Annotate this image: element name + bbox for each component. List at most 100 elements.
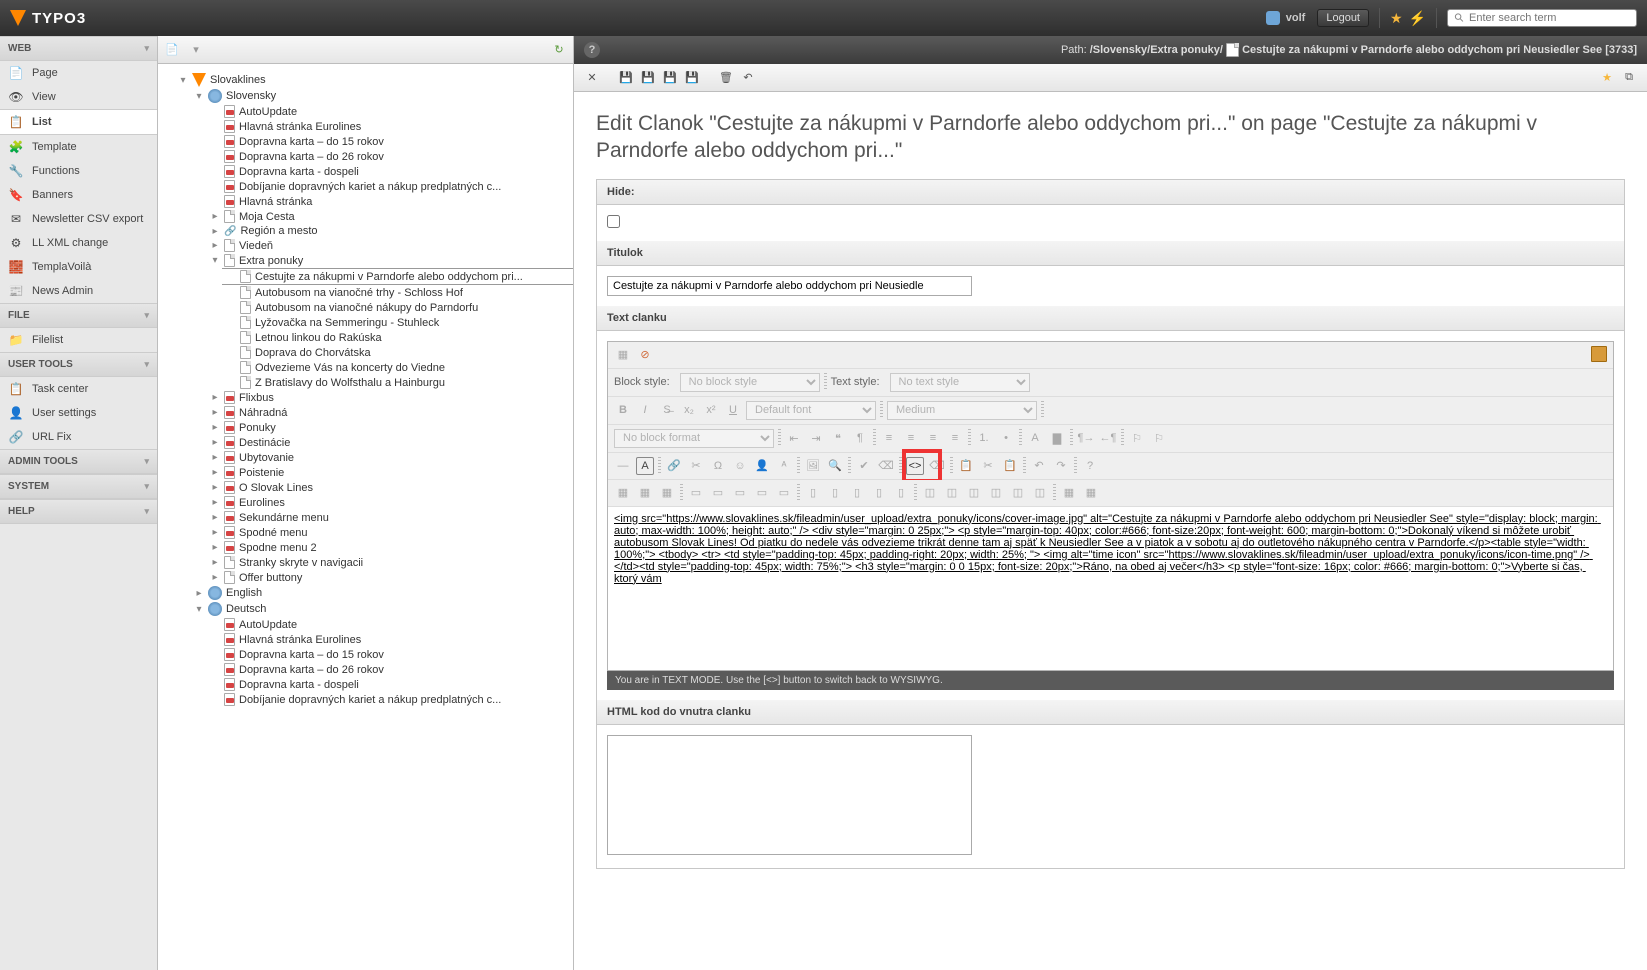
save-icon[interactable]: 💾 xyxy=(618,70,634,86)
module-item-taskcenter[interactable]: 📋Task center xyxy=(0,377,157,401)
module-item-newsadmin[interactable]: 📰News Admin xyxy=(0,279,157,303)
col-split-icon[interactable]: ▯ xyxy=(892,484,910,502)
tree-node[interactable]: ▸ Eurolines xyxy=(206,495,573,510)
toggle-html-icon[interactable]: <> xyxy=(906,457,924,475)
tree-node[interactable]: Dopravna karta – do 15 rokov xyxy=(206,134,573,149)
module-group-header[interactable]: ADMIN TOOLS▾ xyxy=(0,449,157,474)
module-group-header[interactable]: WEB▾ xyxy=(0,36,157,61)
tree-toggle-icon[interactable]: ▸ xyxy=(210,422,220,433)
tree-node[interactable]: Dobíjanie dopravných kariet a nákup pred… xyxy=(206,179,573,194)
tree-node[interactable]: ▸ Destinácie xyxy=(206,435,573,450)
cell-delete-icon[interactable]: ◫ xyxy=(987,484,1005,502)
align-right-icon[interactable]: ≡ xyxy=(924,429,942,447)
module-item-llxml[interactable]: ⚙LL XML change xyxy=(0,231,157,255)
row-above-icon[interactable]: ▭ xyxy=(709,484,727,502)
tree-toggle-icon[interactable]: ▾ xyxy=(178,75,188,86)
delete-icon[interactable]: 🗑 xyxy=(718,70,734,86)
tree-toggle-icon[interactable]: ▾ xyxy=(194,91,204,102)
help-icon[interactable]: ? xyxy=(584,42,600,58)
module-item-list[interactable]: 📋List xyxy=(0,109,157,135)
copy-icon[interactable]: 📋 xyxy=(957,457,975,475)
logout-button[interactable]: Logout xyxy=(1317,9,1369,27)
module-item-filelist[interactable]: 📁Filelist xyxy=(0,328,157,352)
tree-toggle-icon[interactable]: ▸ xyxy=(210,557,220,568)
tree-node[interactable]: Lyžovačka na Semmeringu - Stuhleck xyxy=(222,315,573,330)
save-new-icon[interactable]: 💾 xyxy=(684,70,700,86)
tree-node[interactable]: Z Bratislavy do Wolfsthalu a Hainburgu xyxy=(222,375,573,390)
hr-icon[interactable]: — xyxy=(614,457,632,475)
tree-node[interactable]: Hlavná stránka Eurolines xyxy=(206,119,573,134)
open-new-window-icon[interactable]: ⧉ xyxy=(1621,70,1637,86)
bgcolor-icon[interactable]: ▇ xyxy=(1048,429,1066,447)
tree-node[interactable]: ▸ Offer buttony xyxy=(206,570,573,585)
acronym-icon[interactable]: ᴬ xyxy=(775,457,793,475)
tree-node[interactable]: ▸ English xyxy=(190,585,573,601)
tree-node[interactable]: ▾ Slovaklines xyxy=(174,72,573,88)
tree-node[interactable]: Dopravna karta – do 15 rokov xyxy=(206,647,573,662)
tree-node[interactable]: ▸ Spodne menu 2 xyxy=(206,540,573,555)
tree-toggle-icon[interactable]: ▸ xyxy=(210,452,220,463)
cut-icon[interactable]: ✂ xyxy=(979,457,997,475)
row-below-icon[interactable]: ▭ xyxy=(731,484,749,502)
titulok-input[interactable] xyxy=(607,276,972,296)
link-icon[interactable]: 🔗 xyxy=(665,457,683,475)
emoji-icon[interactable]: ☺ xyxy=(731,457,749,475)
cell-merge-icon[interactable]: ◫ xyxy=(1031,484,1049,502)
table-props-icon[interactable]: ▦ xyxy=(636,484,654,502)
tree-node[interactable]: ▸ Stranky skryte v navigacii xyxy=(206,555,573,570)
module-item-banners[interactable]: 🔖Banners xyxy=(0,183,157,207)
tree-node[interactable]: Dopravna karta – do 26 rokov xyxy=(206,149,573,164)
ltr-icon[interactable]: ¶→ xyxy=(1077,429,1095,447)
col-before-icon[interactable]: ▯ xyxy=(826,484,844,502)
bookmark-star-icon[interactable]: ★ xyxy=(1390,10,1403,27)
module-item-functions[interactable]: 🔧Functions xyxy=(0,159,157,183)
tree-node[interactable]: Doprava do Chorvátska xyxy=(222,345,573,360)
tree-toggle-icon[interactable]: ▸ xyxy=(210,497,220,508)
textcolor-icon[interactable]: A xyxy=(1026,429,1044,447)
ul-icon[interactable]: • xyxy=(997,429,1015,447)
quote-icon[interactable]: ❝ xyxy=(829,429,847,447)
table-icon[interactable]: ▦ xyxy=(614,484,632,502)
tree-toggle-icon[interactable]: ▸ xyxy=(210,467,220,478)
tree-node[interactable]: ▸ Viedeň xyxy=(206,238,573,253)
tree-node[interactable]: Hlavná stránka Eurolines xyxy=(206,632,573,647)
save-view-icon[interactable]: 💾 xyxy=(640,70,656,86)
tree-node[interactable]: ▸ Náhradná xyxy=(206,405,573,420)
rte-source-textarea[interactable] xyxy=(608,507,1613,667)
charmap-icon[interactable]: A xyxy=(636,457,654,475)
refresh-icon[interactable]: ↻ xyxy=(551,42,567,58)
tree-toggle-icon[interactable]: ▸ xyxy=(210,512,220,523)
image-icon[interactable]: 🖼 xyxy=(804,457,822,475)
strike-icon[interactable]: S̶ xyxy=(658,401,676,419)
module-group-header[interactable]: HELP▾ xyxy=(0,499,157,524)
superscript-icon[interactable]: x² xyxy=(702,401,720,419)
col-props-icon[interactable]: ▯ xyxy=(804,484,822,502)
tree-toggle-icon[interactable]: ▸ xyxy=(210,437,220,448)
rte-noop-icon[interactable]: ⊘ xyxy=(636,346,654,364)
removeformat-icon[interactable]: ⌫ xyxy=(928,457,946,475)
tree-toggle-icon[interactable]: ▾ xyxy=(210,255,220,266)
tree-node[interactable]: Dobíjanie dopravných kariet a nákup pred… xyxy=(206,692,573,707)
tree-node[interactable]: ▸ Spodné menu xyxy=(206,525,573,540)
tree-toggle-icon[interactable]: ▸ xyxy=(210,240,220,251)
toggle-borders-icon[interactable]: ▦ xyxy=(1060,484,1078,502)
tree-node[interactable]: ▸ O Slovak Lines xyxy=(206,480,573,495)
tree-toggle-icon[interactable]: ▸ xyxy=(194,588,204,599)
cell-split-icon[interactable]: ◫ xyxy=(1009,484,1027,502)
toggle-borders2-icon[interactable]: ▦ xyxy=(1082,484,1100,502)
row-delete-icon[interactable]: ▭ xyxy=(753,484,771,502)
align-left-icon[interactable]: ≡ xyxy=(880,429,898,447)
hide-checkbox[interactable] xyxy=(607,215,620,228)
lang-icon[interactable]: ⚐ xyxy=(1128,429,1146,447)
row-props-icon[interactable]: ▭ xyxy=(687,484,705,502)
cell-props-icon[interactable]: ◫ xyxy=(921,484,939,502)
module-group-header[interactable]: FILE▾ xyxy=(0,303,157,328)
breadcrumb[interactable]: /Slovensky/Extra ponuky/ xyxy=(1090,44,1223,56)
clear-cache-bolt-icon[interactable]: ⚡ xyxy=(1409,10,1426,27)
module-item-usersettings[interactable]: 👤User settings xyxy=(0,401,157,425)
rtl-icon[interactable]: ←¶ xyxy=(1099,429,1117,447)
tree-node[interactable]: Dopravna karta - dospeli xyxy=(206,164,573,179)
tree-node[interactable]: ▸ Ubytovanie xyxy=(206,450,573,465)
module-item-page[interactable]: 📄Page xyxy=(0,61,157,85)
filter-icon[interactable]: ▾ xyxy=(188,42,204,58)
